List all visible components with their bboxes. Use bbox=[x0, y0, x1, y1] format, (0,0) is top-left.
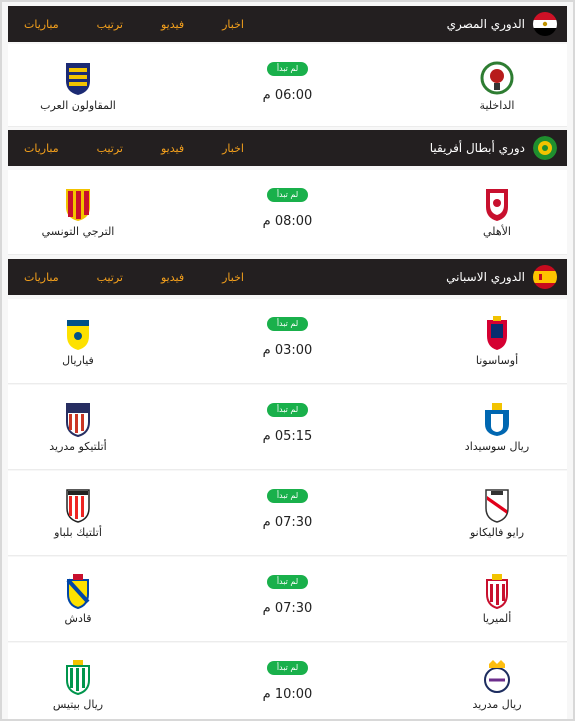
esperance-logo-icon bbox=[66, 189, 90, 221]
away-team[interactable]: المقاولون العرب bbox=[18, 59, 138, 113]
video-link[interactable]: فيديو bbox=[161, 18, 184, 31]
matches-link[interactable]: مباريات bbox=[24, 142, 59, 155]
away-team-name: فياريال bbox=[62, 354, 94, 367]
match-time: 07:30 م bbox=[262, 515, 313, 530]
el-dakhleya-logo-icon bbox=[480, 61, 514, 95]
el-mokawloon-logo-icon bbox=[66, 63, 90, 95]
match-center: لم تبدأ 03:00 م bbox=[238, 311, 338, 358]
away-team[interactable]: الترجي التونسي bbox=[18, 185, 138, 239]
league-title[interactable]: الدوري المصري bbox=[447, 12, 557, 36]
match-card[interactable]: ريال سوسيداد لم تبدأ 05:15 م أتلتيكو مدر… bbox=[8, 385, 567, 470]
league-header-spain: الدوري الاسباني مباريات ترتيب فيديو اخبا… bbox=[8, 259, 567, 295]
away-team[interactable]: ريال بيتيس bbox=[18, 658, 138, 712]
away-team-name: قادش bbox=[64, 612, 92, 625]
egypt-flag-icon bbox=[533, 12, 557, 36]
rayo-vallecano-logo-icon bbox=[485, 489, 509, 523]
match-center: لم تبدأ 06:00 م bbox=[238, 56, 338, 103]
villarreal-logo-icon bbox=[67, 320, 89, 350]
league-name: دوري أبطال أفريقيا bbox=[429, 141, 525, 155]
home-team[interactable]: الأهلي bbox=[437, 185, 557, 239]
away-team[interactable]: أتلتيك بلباو bbox=[18, 486, 138, 540]
matches-link[interactable]: مباريات bbox=[24, 271, 59, 284]
home-team[interactable]: ألميريا bbox=[437, 572, 557, 626]
video-link[interactable]: فيديو bbox=[161, 271, 184, 284]
match-card[interactable]: أوساسونا لم تبدأ 03:00 م فياريال bbox=[8, 299, 567, 384]
standings-link[interactable]: ترتيب bbox=[97, 142, 123, 155]
status-badge: لم تبدأ bbox=[266, 661, 309, 675]
match-center: لم تبدأ 05:15 م bbox=[238, 397, 338, 444]
league-name: الدوري الاسباني bbox=[446, 270, 525, 284]
news-link[interactable]: اخبار bbox=[222, 18, 244, 31]
athletic-bilbao-logo-icon bbox=[66, 489, 90, 523]
status-badge: لم تبدأ bbox=[266, 575, 309, 589]
league-header-caf: دوري أبطال أفريقيا مباريات ترتيب فيديو ا… bbox=[8, 130, 567, 166]
league-links: مباريات ترتيب فيديو اخبار bbox=[18, 271, 244, 284]
match-card[interactable]: ريال مدريد لم تبدأ 10:00 م ريال بيتيس bbox=[8, 643, 567, 719]
match-center: لم تبدأ 08:00 م bbox=[238, 182, 338, 229]
away-team-name: المقاولون العرب bbox=[40, 99, 116, 112]
home-team[interactable]: ريال مدريد bbox=[437, 658, 557, 712]
home-team-name: ألميريا bbox=[482, 612, 512, 625]
news-link[interactable]: اخبار bbox=[222, 142, 244, 155]
match-time: 08:00 م bbox=[262, 214, 313, 229]
home-team-name: ريال مدريد bbox=[472, 698, 522, 711]
al-ahly-logo-icon bbox=[486, 189, 508, 221]
away-team-name: ريال بيتيس bbox=[52, 698, 104, 711]
home-team[interactable]: ريال سوسيداد bbox=[437, 400, 557, 454]
match-center: لم تبدأ 10:00 م bbox=[238, 655, 338, 702]
away-team[interactable]: قادش bbox=[18, 572, 138, 626]
home-team[interactable]: الداخلية bbox=[437, 59, 557, 113]
match-time: 03:00 م bbox=[262, 343, 313, 358]
away-team-name: الترجي التونسي bbox=[41, 225, 115, 238]
match-card[interactable]: الأهلي لم تبدأ 08:00 م الترجي التونسي bbox=[8, 170, 567, 255]
league-links: مباريات ترتيب فيديو اخبار bbox=[18, 142, 244, 155]
spain-flag-icon bbox=[533, 265, 557, 289]
match-card[interactable]: الداخلية لم تبدأ 06:00 م المقاولون العرب bbox=[8, 44, 567, 127]
home-team[interactable]: رايو فاليكانو bbox=[437, 486, 557, 540]
match-center: لم تبدأ 07:30 م bbox=[238, 483, 338, 530]
away-team-name: أتلتيك بلباو bbox=[54, 526, 102, 539]
away-team[interactable]: فياريال bbox=[18, 314, 138, 368]
league-title[interactable]: الدوري الاسباني bbox=[446, 265, 557, 289]
osasuna-logo-icon bbox=[487, 316, 507, 350]
status-badge: لم تبدأ bbox=[266, 188, 309, 202]
home-team-name: رايو فاليكانو bbox=[469, 526, 525, 539]
news-link[interactable]: اخبار bbox=[222, 271, 244, 284]
cadiz-logo-icon bbox=[66, 574, 90, 610]
video-link[interactable]: فيديو bbox=[161, 142, 184, 155]
away-team-name: أتلتيكو مدريد bbox=[49, 440, 107, 453]
home-team[interactable]: أوساسونا bbox=[437, 314, 557, 368]
league-links: مباريات ترتيب فيديو اخبار bbox=[18, 18, 244, 31]
standings-link[interactable]: ترتيب bbox=[97, 271, 123, 284]
match-card[interactable]: رايو فاليكانو لم تبدأ 07:30 م أتلتيك بلب… bbox=[8, 471, 567, 556]
league-title[interactable]: دوري أبطال أفريقيا bbox=[430, 136, 557, 160]
standings-link[interactable]: ترتيب bbox=[97, 18, 123, 31]
matches-widget: الدوري المصري مباريات ترتيب فيديو اخبار … bbox=[0, 0, 575, 721]
status-badge: لم تبدأ bbox=[266, 403, 309, 417]
real-sociedad-logo-icon bbox=[485, 403, 509, 436]
atletico-madrid-logo-icon bbox=[66, 403, 90, 438]
matches-link[interactable]: مباريات bbox=[24, 18, 59, 31]
home-team-name: الأهلي bbox=[483, 225, 511, 238]
league-name: الدوري المصري bbox=[446, 17, 525, 31]
real-betis-logo-icon bbox=[66, 660, 90, 696]
match-time: 05:15 م bbox=[262, 429, 313, 444]
away-team[interactable]: أتلتيكو مدريد bbox=[18, 400, 138, 454]
home-team-name: أوساسونا bbox=[475, 354, 519, 367]
status-badge: لم تبدأ bbox=[266, 489, 309, 503]
match-time: 06:00 م bbox=[262, 88, 313, 103]
status-badge: لم تبدأ bbox=[266, 62, 309, 76]
match-time: 10:00 م bbox=[262, 687, 313, 702]
caf-logo-icon bbox=[533, 136, 557, 160]
league-header-egypt: الدوري المصري مباريات ترتيب فيديو اخبار bbox=[8, 6, 567, 42]
match-card[interactable]: ألميريا لم تبدأ 07:30 م قادش bbox=[8, 557, 567, 642]
match-center: لم تبدأ 07:30 م bbox=[238, 569, 338, 616]
home-team-name: الداخلية bbox=[479, 99, 515, 112]
status-badge: لم تبدأ bbox=[266, 317, 309, 331]
real-madrid-logo-icon bbox=[484, 660, 510, 693]
almeria-logo-icon bbox=[486, 574, 508, 610]
match-time: 07:30 م bbox=[262, 601, 313, 616]
home-team-name: ريال سوسيداد bbox=[464, 440, 530, 453]
